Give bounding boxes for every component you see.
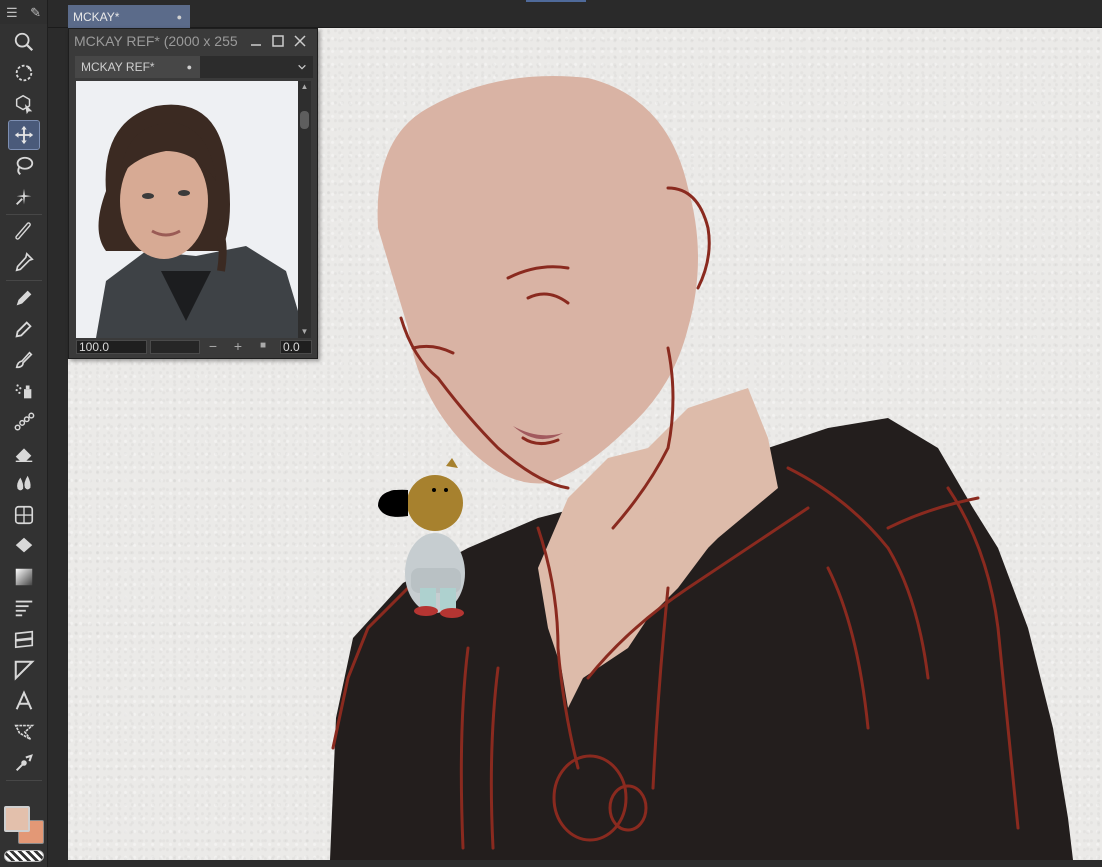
scroll-up-icon[interactable]: ▲	[298, 81, 311, 93]
reference-tab-row: MCKAY REF* ●	[75, 56, 313, 78]
zoom-icon	[14, 32, 34, 52]
pencil-icon	[15, 321, 32, 338]
status-bar	[68, 860, 1102, 867]
reference-tab[interactable]: MCKAY REF* ●	[75, 56, 200, 78]
magic-wand-tool[interactable]	[9, 183, 39, 211]
layer-move-tool[interactable]	[9, 625, 39, 653]
rotate-view-icon	[15, 64, 33, 82]
scroll-down-icon[interactable]: ▼	[298, 326, 311, 338]
zoom-level-field[interactable]: 100.0	[76, 340, 147, 354]
eyedropper-tool[interactable]	[9, 248, 39, 276]
maximize-icon	[272, 35, 284, 47]
ruler-tool[interactable]	[9, 217, 39, 245]
gradient-tool[interactable]	[9, 563, 39, 591]
hamburger-menu-icon[interactable]: ☰	[6, 6, 18, 19]
chevron-down-icon	[298, 64, 306, 70]
main-color-swatch[interactable]	[4, 806, 30, 832]
rotate-view-tool[interactable]	[9, 59, 39, 87]
tool-bar	[0, 24, 48, 867]
toolbar-divider	[6, 280, 42, 281]
pen-tool[interactable]	[9, 284, 39, 312]
layer-move-icon	[14, 630, 34, 649]
object-select-icon	[15, 94, 33, 115]
magic-wand-icon	[16, 188, 32, 205]
bear-sticker	[378, 458, 465, 618]
scroll-thumb[interactable]	[300, 111, 309, 129]
eraser-tool[interactable]	[9, 439, 39, 467]
move-icon	[14, 125, 34, 145]
reference-tab-menu-button[interactable]	[294, 59, 310, 75]
document-tab-strip: MCKAY* ●	[48, 0, 1102, 28]
brush-tool[interactable]	[9, 346, 39, 374]
airbrush-icon	[15, 384, 32, 399]
maximize-button[interactable]	[269, 32, 287, 50]
3d-figure-tool[interactable]	[9, 501, 39, 529]
ruler-icon	[15, 222, 31, 240]
balloon-icon	[14, 724, 35, 741]
eyedropper-icon	[15, 252, 34, 272]
modified-dot-icon[interactable]: ●	[177, 12, 182, 22]
reference-controls: 100.0 − + ■ 0.0	[76, 338, 312, 356]
pen-icon	[16, 290, 32, 306]
document-tab[interactable]: MCKAY* ●	[68, 5, 190, 28]
figure-tool[interactable]	[9, 656, 39, 684]
figure-icon	[14, 660, 35, 681]
correct-line-tool[interactable]	[9, 749, 39, 777]
3d-figure-icon	[14, 505, 34, 525]
frame-border-tool[interactable]	[9, 594, 39, 622]
decoration-tool[interactable]	[9, 408, 39, 436]
reference-tab-label: MCKAY REF*	[81, 60, 155, 74]
rotation-field[interactable]: 0.0	[280, 340, 312, 354]
pencil-tool[interactable]	[9, 315, 39, 343]
zoom-tool[interactable]	[9, 28, 39, 56]
correct-line-icon	[15, 754, 33, 772]
menu-corner: ☰ ✎	[0, 0, 48, 24]
zoom-in-button[interactable]: +	[231, 338, 245, 354]
reference-photo[interactable]	[76, 81, 298, 338]
gradient-icon	[15, 568, 33, 586]
document-tab-label: MCKAY*	[73, 9, 120, 24]
toolbar-divider	[6, 214, 42, 215]
minimize-icon	[251, 44, 261, 46]
fill-tool[interactable]	[9, 532, 39, 560]
toolbar-divider	[6, 780, 42, 781]
text-icon	[15, 690, 33, 710]
zoom-slider[interactable]	[150, 340, 200, 354]
decoration-icon	[14, 412, 35, 431]
transparent-color-swatch[interactable]	[4, 850, 44, 862]
close-button[interactable]	[291, 32, 309, 50]
tab-strip-indicator	[526, 0, 586, 2]
frame-border-icon	[15, 600, 33, 617]
blend-tool[interactable]	[9, 470, 39, 498]
move-tool[interactable]	[8, 120, 40, 150]
lasso-tool[interactable]	[9, 152, 39, 180]
reference-portrait	[76, 81, 298, 338]
reference-scrollbar[interactable]: ▲ ▼	[298, 81, 311, 338]
airbrush-tool[interactable]	[9, 377, 39, 405]
brush-icon	[15, 351, 33, 369]
reference-tab-dot-icon: ●	[186, 62, 192, 72]
balloon-tool[interactable]	[9, 718, 39, 746]
minimize-button[interactable]	[247, 32, 265, 50]
close-icon	[294, 35, 306, 47]
text-tool[interactable]	[9, 687, 39, 715]
eraser-icon	[15, 448, 33, 462]
reference-window: MCKAY REF* (2000 x 255 MCKAY REF* ● ▲ ▼ …	[68, 28, 318, 359]
reference-window-title: MCKAY REF* (2000 x 255	[74, 33, 238, 49]
object-select-tool[interactable]	[9, 90, 39, 118]
reset-view-button[interactable]: ■	[256, 338, 270, 354]
blend-icon	[17, 475, 31, 491]
zoom-out-button[interactable]: −	[206, 338, 220, 354]
pen-shortcut-icon[interactable]: ✎	[30, 6, 41, 19]
fill-icon	[15, 537, 33, 553]
head-shape	[377, 76, 698, 484]
lasso-icon	[16, 156, 34, 175]
